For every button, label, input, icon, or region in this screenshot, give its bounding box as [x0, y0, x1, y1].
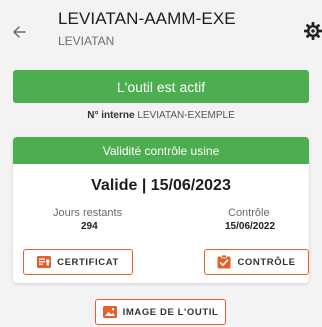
check-clipboard-icon	[217, 255, 231, 269]
tool-detail-screen: LEVIATAN-AAMM-EXE LEVIATAN L'outil est a…	[0, 0, 322, 327]
gear-icon	[304, 22, 322, 40]
app-header: LEVIATAN-AAMM-EXE LEVIATAN	[0, 0, 322, 60]
factory-control-card: Validité contrôle usine Valide | 15/06/2…	[13, 137, 309, 283]
tool-subtitle: LEVIATAN	[58, 34, 115, 48]
control-button[interactable]: CONTRÔLE	[204, 249, 309, 275]
active-status-label: L'outil est actif	[116, 78, 206, 95]
internal-number-label: N° interne	[87, 110, 135, 121]
certificate-button-label: CERTIFICAT	[57, 256, 119, 268]
tool-image-button-label: IMAGE DE L'OUTIL	[122, 306, 219, 318]
internal-number-line: N° interne LEVIATAN-EXEMPLE	[0, 110, 322, 121]
settings-button[interactable]	[303, 21, 322, 41]
validity-status: Valide | 15/06/2023	[91, 177, 231, 194]
control-date-label: Contrôle	[228, 207, 270, 219]
remaining-days-value: 294	[81, 221, 98, 232]
arrow-left-icon	[13, 26, 26, 38]
control-date-value: 15/06/2022	[225, 221, 276, 232]
tool-title: LEVIATAN-AAMM-EXE	[58, 9, 236, 28]
remaining-days-label: Jours restants	[53, 207, 123, 219]
image-icon	[102, 305, 117, 319]
back-button[interactable]	[8, 22, 30, 42]
card-header: Validité contrôle usine	[13, 137, 309, 164]
card-header-label: Validité contrôle usine	[102, 143, 220, 158]
active-status-banner: L'outil est actif	[13, 70, 309, 103]
certificate-icon	[37, 255, 52, 269]
internal-number-value: LEVIATAN-EXEMPLE	[137, 110, 235, 121]
tool-image-button[interactable]: IMAGE DE L'OUTIL	[95, 299, 226, 325]
control-button-label: CONTRÔLE	[237, 256, 296, 268]
certificate-button[interactable]: CERTIFICAT	[23, 249, 133, 275]
